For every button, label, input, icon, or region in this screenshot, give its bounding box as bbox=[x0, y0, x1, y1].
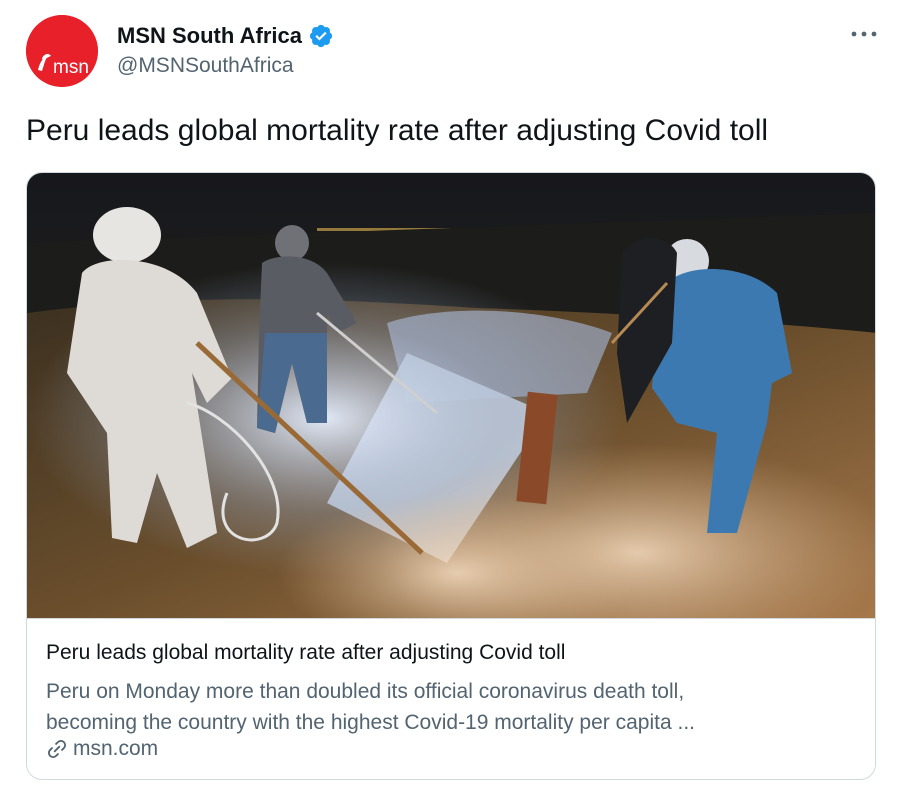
more-options-button[interactable] bbox=[846, 22, 882, 46]
link-card[interactable]: Peru leads global mortality rate after a… bbox=[26, 172, 876, 780]
author-handle[interactable]: @MSNSouthAfrica bbox=[117, 54, 294, 78]
author-name-row: MSN South Africa bbox=[117, 22, 334, 50]
author-avatar[interactable]: msn bbox=[26, 15, 98, 87]
link-icon bbox=[46, 738, 68, 760]
author-display-name[interactable]: MSN South Africa bbox=[117, 23, 302, 49]
avatar-text: msn bbox=[53, 57, 89, 78]
card-description-line: becoming the country with the highest Co… bbox=[46, 711, 695, 734]
card-description: Peru on Monday more than doubled its off… bbox=[46, 676, 846, 738]
card-title[interactable]: Peru leads global mortality rate after a… bbox=[46, 641, 565, 665]
verified-badge-icon bbox=[308, 23, 334, 49]
tweet-text: Peru leads global mortality rate after a… bbox=[26, 114, 769, 147]
card-domain-row[interactable]: msn.com bbox=[46, 737, 158, 761]
card-domain[interactable]: msn.com bbox=[73, 737, 158, 761]
night-burial-scene-photo bbox=[27, 173, 875, 618]
card-image[interactable] bbox=[27, 173, 875, 619]
msn-logo: msn bbox=[26, 15, 98, 87]
tweet: msn MSN South Africa @MSNSouthAfrica Per… bbox=[0, 0, 900, 802]
more-icon bbox=[851, 31, 877, 37]
card-description-line: Peru on Monday more than doubled its off… bbox=[46, 680, 685, 703]
